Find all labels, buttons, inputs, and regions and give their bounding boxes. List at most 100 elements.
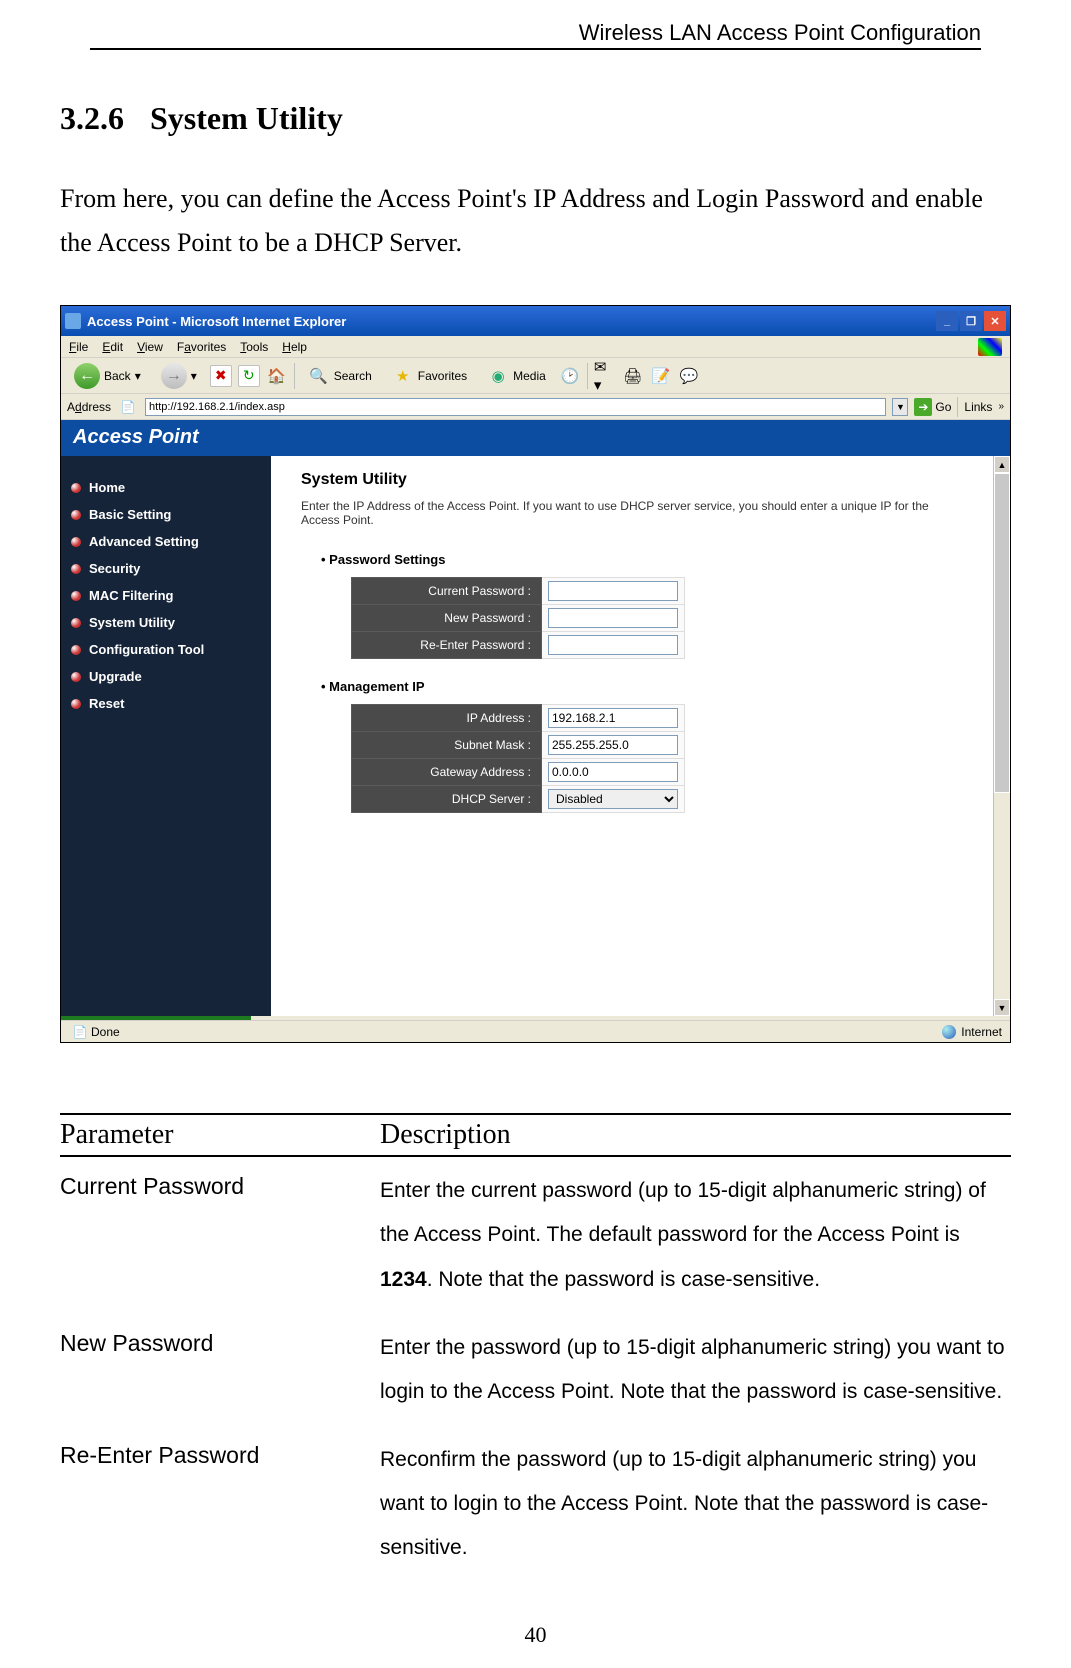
ie-statusbar: 📄 Done Internet [61, 1020, 1010, 1042]
col-header-description: Description [380, 1119, 511, 1151]
search-button[interactable]: 🔍Search [301, 362, 379, 390]
bullet-icon [71, 645, 81, 655]
param-name: New Password [60, 1326, 380, 1414]
go-button[interactable]: ➔Go [914, 398, 951, 416]
ip-address-input[interactable] [548, 708, 678, 728]
table-row: New Password Enter the password (up to 1… [60, 1314, 1011, 1426]
sidebar-item-advanced[interactable]: Advanced Setting [69, 528, 265, 555]
refresh-button[interactable]: ↻ [238, 365, 260, 387]
new-password-label: New Password : [352, 605, 542, 632]
intro-text: From here, you can define the Access Poi… [60, 177, 1011, 265]
zone-text: Internet [961, 1025, 1002, 1039]
param-name: Current Password [60, 1169, 380, 1301]
bullet-icon [71, 591, 81, 601]
address-dropdown[interactable]: ▼ [892, 398, 908, 416]
new-password-input[interactable] [548, 608, 678, 628]
scroll-thumb[interactable] [994, 473, 1010, 793]
dhcp-select[interactable]: Disabled [548, 789, 678, 809]
sidebar-item-sysutil[interactable]: System Utility [69, 609, 265, 636]
password-section-header: Password Settings [321, 552, 963, 567]
ie-menubar: File Edit View Favorites Tools Help [61, 336, 1010, 358]
links-label[interactable]: Links [964, 400, 992, 414]
discuss-icon[interactable]: 💬 [678, 365, 700, 387]
minimize-button[interactable]: _ [936, 311, 958, 331]
sidebar-item-basic[interactable]: Basic Setting [69, 501, 265, 528]
ie-titlebar: Access Point - Microsoft Internet Explor… [61, 306, 1010, 336]
back-button[interactable]: ←Back ▾ [67, 360, 148, 392]
param-desc: Enter the current password (up to 15-dig… [380, 1169, 1011, 1301]
menu-tools[interactable]: Tools [240, 340, 268, 354]
home-icon[interactable]: 🏠 [266, 365, 288, 387]
bullet-icon [71, 510, 81, 520]
reenter-password-label: Re-Enter Password : [352, 632, 542, 659]
subnet-mask-label: Subnet Mask : [352, 732, 542, 759]
bullet-icon [71, 564, 81, 574]
running-head: Wireless LAN Access Point Configuration [90, 20, 981, 50]
param-desc: Enter the password (up to 15-digit alpha… [380, 1326, 1011, 1414]
current-password-label: Current Password : [352, 578, 542, 605]
sidebar: Home Basic Setting Advanced Setting Secu… [61, 456, 271, 1016]
stop-button[interactable]: ✖ [210, 365, 232, 387]
bullet-icon [71, 672, 81, 682]
section-title: System Utility [150, 100, 343, 136]
internet-zone-icon [942, 1025, 956, 1039]
mgmt-ip-table: IP Address : Subnet Mask : Gateway Addre… [351, 704, 685, 813]
ie-icon [65, 313, 81, 329]
reenter-password-input[interactable] [548, 635, 678, 655]
scroll-up-icon[interactable]: ▲ [994, 456, 1010, 473]
gateway-input[interactable] [548, 762, 678, 782]
content-pane: System Utility Enter the IP Address of t… [271, 456, 993, 1016]
media-button[interactable]: ◉Media [480, 362, 553, 390]
sidebar-item-security[interactable]: Security [69, 555, 265, 582]
close-button[interactable]: ✕ [984, 311, 1006, 331]
table-row: Current Password Enter the current passw… [60, 1157, 1011, 1313]
param-name: Re-Enter Password [60, 1438, 380, 1570]
links-chevron-icon[interactable]: » [998, 401, 1004, 412]
ap-brand-banner: Access Point [61, 420, 1010, 456]
scrollbar[interactable]: ▲ ▼ [993, 456, 1010, 1016]
print-icon[interactable]: 🖨 [622, 365, 644, 387]
address-input[interactable] [145, 398, 886, 416]
bullet-icon [71, 483, 81, 493]
forward-button[interactable]: → ▾ [154, 360, 204, 392]
sidebar-item-configtool[interactable]: Configuration Tool [69, 636, 265, 663]
mail-icon[interactable]: ✉ ▾ [594, 365, 616, 387]
ip-address-label: IP Address : [352, 705, 542, 732]
scroll-down-icon[interactable]: ▼ [994, 999, 1010, 1016]
sidebar-item-upgrade[interactable]: Upgrade [69, 663, 265, 690]
section-number: 3.2.6 [60, 100, 124, 136]
window-title: Access Point - Microsoft Internet Explor… [87, 314, 346, 329]
page-icon: 📄 [117, 396, 139, 418]
page-number: 40 [60, 1622, 1011, 1648]
sidebar-item-reset[interactable]: Reset [69, 690, 265, 717]
content-title: System Utility [301, 471, 963, 489]
menu-view[interactable]: View [137, 340, 163, 354]
bullet-icon [71, 699, 81, 709]
menu-help[interactable]: Help [282, 340, 307, 354]
favorites-button[interactable]: ★Favorites [385, 362, 474, 390]
maximize-button[interactable]: ❐ [960, 311, 982, 331]
sidebar-item-home[interactable]: Home [69, 474, 265, 501]
password-table: Current Password : New Password : Re-Ent… [351, 577, 685, 659]
current-password-input[interactable] [548, 581, 678, 601]
menu-favorites[interactable]: Favorites [177, 340, 226, 354]
subnet-mask-input[interactable] [548, 735, 678, 755]
param-desc: Reconfirm the password (up to 15-digit a… [380, 1438, 1011, 1570]
menu-file[interactable]: File [69, 340, 88, 354]
xp-logo-icon [978, 338, 1002, 356]
menu-edit[interactable]: Edit [102, 340, 123, 354]
bullet-icon [71, 537, 81, 547]
edit-icon[interactable]: 📝 [650, 365, 672, 387]
col-header-parameter: Parameter [60, 1119, 380, 1151]
dhcp-label: DHCP Server : [352, 786, 542, 813]
address-label: Address [67, 400, 111, 414]
ie-addressbar: Address 📄 ▼ ➔Go Links » [61, 394, 1010, 420]
content-description: Enter the IP Address of the Access Point… [301, 499, 963, 527]
status-text: Done [91, 1025, 120, 1039]
section-heading: 3.2.6 System Utility [60, 100, 1011, 137]
gateway-label: Gateway Address : [352, 759, 542, 786]
history-icon[interactable]: 🕑 [559, 365, 581, 387]
table-row: Re-Enter Password Reconfirm the password… [60, 1426, 1011, 1582]
sidebar-item-mac[interactable]: MAC Filtering [69, 582, 265, 609]
screenshot-figure: Access Point - Microsoft Internet Explor… [60, 305, 1011, 1043]
